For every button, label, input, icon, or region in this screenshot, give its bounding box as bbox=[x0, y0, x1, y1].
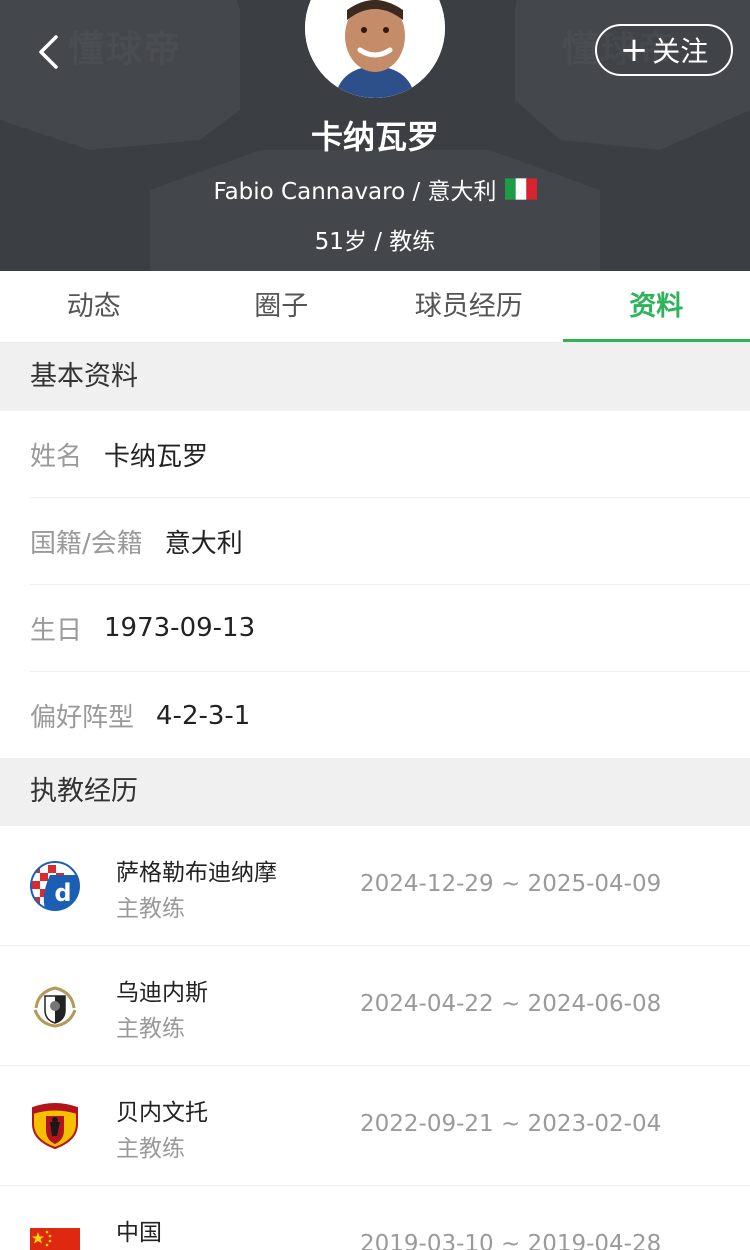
italy-flag-icon bbox=[504, 178, 537, 200]
info-value: 1973-09-13 bbox=[104, 613, 256, 643]
tab-bar: 动态 圈子 球员经历 资料 bbox=[0, 271, 750, 343]
club-name: 贝内文托 bbox=[116, 1100, 208, 1126]
tab-player-career[interactable]: 球员经历 bbox=[375, 271, 563, 342]
tenure-dates: 2024-04-22 ~ 2024-06-08 bbox=[360, 991, 662, 1017]
tab-circle[interactable]: 圈子 bbox=[188, 271, 376, 342]
chevron-left-icon bbox=[39, 35, 58, 69]
info-value: 意大利 bbox=[164, 528, 243, 559]
tenure-dates: 2022-09-21 ~ 2023-02-04 bbox=[360, 1111, 662, 1137]
watermark-logo-left: 懂球帝 bbox=[68, 29, 183, 70]
follow-label: 关注 bbox=[652, 35, 709, 68]
club-name: 中国 bbox=[116, 1220, 162, 1246]
coaching-career-header: 执教经历 bbox=[0, 758, 750, 826]
udinese-logo bbox=[33, 986, 77, 1028]
tenure-dates: 2024-12-29 ~ 2025-04-09 bbox=[360, 871, 662, 897]
basic-info-header: 基本资料 bbox=[0, 343, 750, 411]
career-row[interactable]: 乌迪内斯 主教练 2024-04-22 ~ 2024-06-08 bbox=[0, 946, 750, 1066]
coach-role: 主教练 bbox=[116, 1016, 185, 1042]
info-key: 姓名 bbox=[30, 441, 83, 472]
benevento-logo bbox=[32, 1103, 78, 1150]
profile-header: 懂球帝 懂球帝 + 关注 卡纳瓦罗 Fabio Cannavaro / 意大利 … bbox=[0, 0, 750, 271]
svg-text:d: d bbox=[54, 879, 71, 907]
info-key: 国籍/会籍 bbox=[30, 528, 143, 559]
info-row-name: 姓名 卡纳瓦罗 bbox=[30, 411, 750, 498]
info-row-birthday: 生日 1973-09-13 bbox=[30, 585, 750, 672]
info-key: 生日 bbox=[30, 615, 83, 646]
info-row-formation: 偏好阵型 4-2-3-1 bbox=[30, 672, 750, 759]
name-nationality-line: Fabio Cannavaro / 意大利 bbox=[0, 172, 750, 206]
coach-role: 主教练 bbox=[116, 1136, 185, 1162]
coach-name: 卡纳瓦罗 bbox=[310, 118, 439, 156]
tab-news[interactable]: 动态 bbox=[0, 271, 188, 342]
career-row[interactable]: 贝内文托 主教练 2022-09-21 ~ 2023-02-04 bbox=[0, 1066, 750, 1186]
club-name: 乌迪内斯 bbox=[116, 980, 208, 1006]
dinamo-zagreb-logo: d bbox=[30, 861, 80, 911]
club-name: 萨格勒布迪纳摩 bbox=[116, 860, 277, 886]
info-row-nationality: 国籍/会籍 意大利 bbox=[30, 498, 750, 585]
info-key: 偏好阵型 bbox=[30, 703, 135, 733]
info-value: 4-2-3-1 bbox=[156, 700, 251, 731]
follow-button[interactable]: + 关注 bbox=[595, 24, 733, 76]
career-row[interactable]: d 萨格勒布迪纳摩 主教练 2024-12-29 ~ 2025-04-09 bbox=[0, 826, 750, 946]
tenure-dates: 2019-03-10 ~ 2019-04-28 bbox=[360, 1231, 662, 1250]
age-role: 51岁 / 教练 bbox=[314, 229, 436, 255]
english-name-country: Fabio Cannavaro / 意大利 bbox=[213, 179, 497, 205]
back-button[interactable] bbox=[28, 30, 68, 74]
tab-profile[interactable]: 资料 bbox=[562, 271, 750, 342]
info-value: 卡纳瓦罗 bbox=[104, 441, 209, 472]
career-row[interactable]: 中国 主教练 2019-03-10 ~ 2019-04-28 bbox=[0, 1186, 750, 1250]
plus-icon: + bbox=[619, 30, 649, 70]
china-flag-icon bbox=[30, 1228, 80, 1250]
coach-role: 主教练 bbox=[116, 896, 185, 922]
